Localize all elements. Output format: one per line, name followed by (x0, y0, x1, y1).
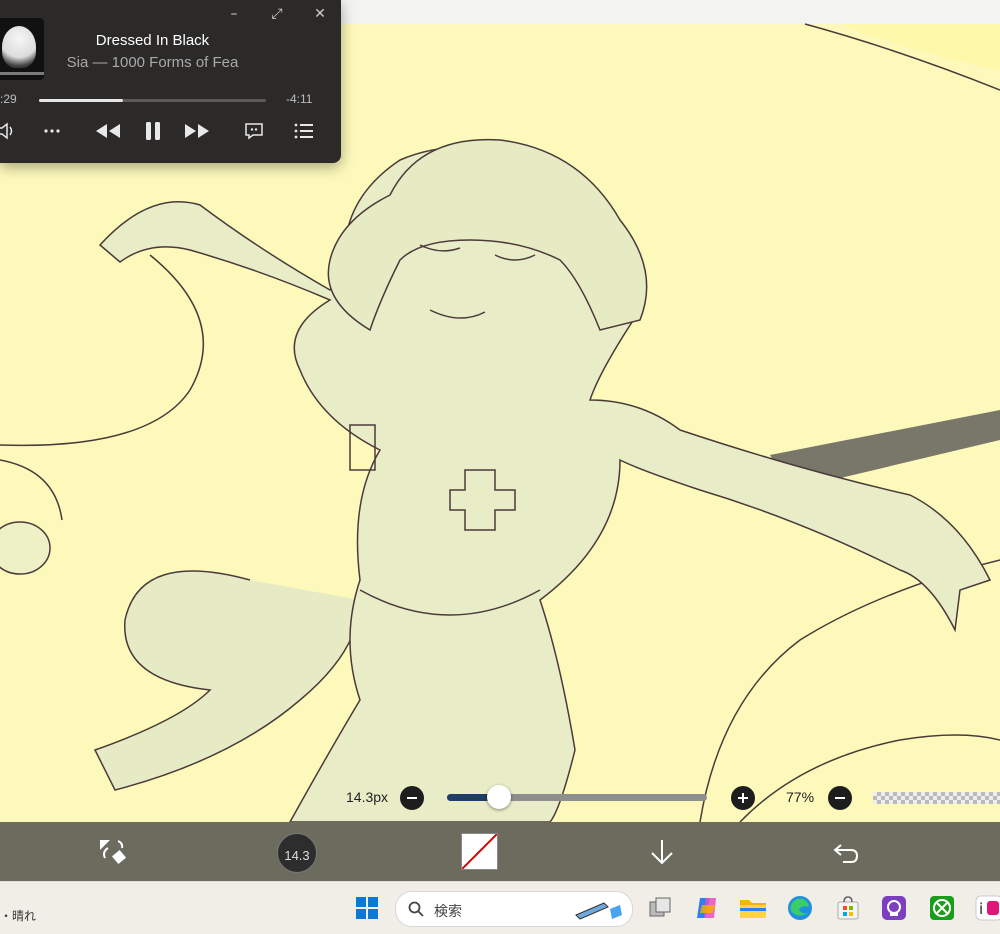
track-title: Dressed In Black (0, 32, 305, 49)
file-explorer-icon[interactable] (738, 893, 768, 923)
brush-size-slider-thumb[interactable] (487, 785, 511, 809)
queue-list-icon[interactable] (290, 119, 318, 143)
brush-size-label: 14.3px (346, 789, 388, 805)
expand-button[interactable]: ⤢ (264, 4, 290, 24)
app-icon[interactable] (879, 893, 909, 923)
edge-icon[interactable] (785, 893, 815, 923)
next-track-icon[interactable] (183, 119, 211, 143)
transform-eraser-icon[interactable] (92, 832, 132, 872)
copilot-icon[interactable] (692, 893, 722, 923)
progress-fill (39, 99, 123, 102)
ibispaint-icon[interactable]: i (973, 893, 1000, 923)
taskbar-search-box[interactable]: 検索 (395, 891, 633, 927)
zoom-out-button[interactable] (828, 786, 852, 810)
undo-icon[interactable] (826, 832, 866, 872)
more-options-icon[interactable] (38, 119, 66, 143)
search-highlight-icon (574, 897, 624, 925)
xbox-icon[interactable] (927, 893, 957, 923)
task-view-icon[interactable] (645, 893, 675, 923)
volume-icon[interactable] (0, 119, 20, 143)
search-icon (408, 901, 424, 921)
windows-taskbar: ・晴れ 検索 i (0, 881, 1000, 934)
pause-icon[interactable] (139, 119, 167, 143)
windows-start-icon[interactable] (352, 893, 382, 923)
opacity-slider[interactable] (873, 792, 1000, 804)
brush-size-increase-button[interactable] (731, 786, 755, 810)
mini-music-player: – ⤢ ✕ Dressed In Black Sia — 1000 Forms … (0, 0, 341, 163)
minimize-button[interactable]: – (221, 4, 247, 24)
remaining-time: -4:11 (286, 92, 312, 106)
close-button[interactable]: ✕ (307, 4, 333, 24)
svg-text:i: i (979, 900, 983, 918)
lyrics-icon[interactable] (240, 119, 268, 143)
playback-progress-bar[interactable] (39, 99, 266, 102)
bottom-toolbar (0, 822, 1000, 881)
track-artist-album: Sia — 1000 Forms of Fea (0, 54, 305, 71)
elapsed-time: :29 (0, 92, 17, 106)
download-icon[interactable] (642, 832, 682, 872)
brush-size-slider[interactable] (447, 794, 707, 801)
color-swatch[interactable] (461, 833, 498, 870)
zoom-level: 77% (786, 789, 814, 805)
brush-size-preview-value: 14.3 (277, 848, 317, 863)
search-placeholder: 検索 (434, 901, 462, 921)
brush-size-decrease-button[interactable] (400, 786, 424, 810)
store-icon[interactable] (833, 893, 863, 923)
weather-widget[interactable]: ・晴れ (0, 907, 36, 924)
previous-track-icon[interactable] (94, 119, 122, 143)
